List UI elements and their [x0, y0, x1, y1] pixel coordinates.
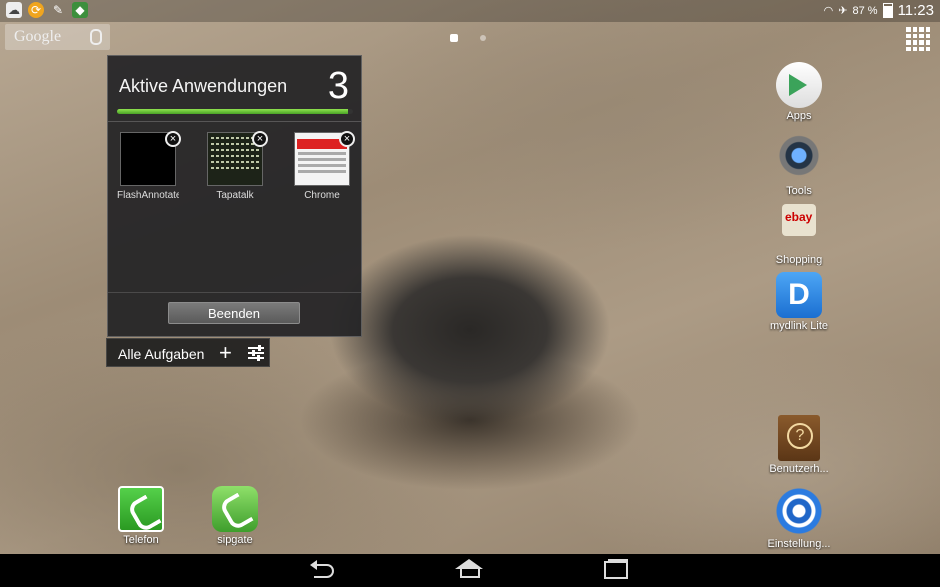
- shortcut-user-manual[interactable]: ? Benutzerh...: [762, 415, 836, 475]
- recent-apps-icon[interactable]: [598, 559, 634, 581]
- home-icon[interactable]: [451, 559, 487, 581]
- shortcut-label: Benutzerh...: [769, 463, 829, 475]
- close-icon[interactable]: ×: [165, 131, 181, 147]
- close-icon[interactable]: ×: [252, 131, 268, 147]
- play-store-icon: [776, 62, 822, 108]
- shortcut-label: mydlink Lite: [769, 320, 829, 332]
- shortcut-settings[interactable]: Einstellung...: [762, 486, 836, 550]
- sipgate-icon: [212, 486, 258, 532]
- ebay-icon: ebay: [782, 204, 816, 236]
- help-book-icon: ?: [778, 415, 820, 461]
- settings-sliders-icon[interactable]: [248, 345, 264, 361]
- shortcut-shopping[interactable]: ebay Shopping: [762, 204, 836, 266]
- app-drawer-icon[interactable]: [906, 27, 930, 51]
- shortcut-label: Shopping: [775, 254, 823, 266]
- shortcut-label: Einstellung...: [767, 538, 831, 550]
- page-dot-current: [450, 34, 458, 42]
- sync-icon: ⟳: [28, 2, 44, 18]
- app-badge-icon: ◆: [72, 2, 88, 18]
- app-thumbnail-flashannotate[interactable]: × FlashAnnotate: [117, 131, 181, 201]
- battery-icon: [882, 3, 893, 18]
- shortcut-mydlink[interactable]: D mydlink Lite: [762, 272, 836, 332]
- dlink-icon: D: [776, 272, 822, 318]
- divider: [108, 292, 361, 293]
- airplane-icon: ✈: [838, 5, 848, 17]
- app-thumbnail-chrome[interactable]: × Chrome: [291, 131, 355, 201]
- pen-icon: ✎: [52, 3, 64, 17]
- shortcut-tools[interactable]: Tools: [762, 133, 836, 197]
- app-screenshot: ×: [294, 131, 355, 186]
- widget-title: Aktive Anwendungen: [119, 76, 288, 96]
- shortcut-label: sipgate: [217, 534, 253, 546]
- camera-icon: [774, 133, 824, 183]
- shortcut-label: Telefon: [123, 534, 159, 546]
- microphone-icon[interactable]: [90, 29, 102, 45]
- app-label: Chrome: [304, 190, 340, 201]
- all-tasks-label: Alle Aufgaben: [118, 346, 205, 362]
- all-tasks-bar[interactable]: Alle Aufgaben +: [106, 338, 270, 367]
- page-dot: [480, 35, 486, 41]
- phone-icon: [118, 486, 164, 534]
- close-icon[interactable]: ×: [339, 131, 355, 147]
- dock-phone[interactable]: Telefon: [104, 486, 178, 546]
- app-label: FlashAnnotate: [117, 190, 179, 201]
- wifi-icon: ◠: [823, 5, 834, 17]
- status-bar[interactable]: ☁ ⟳ ✎ ◆ ◠ ✈ 87 % 11:23: [0, 0, 940, 22]
- active-apps-widget: Aktive Anwendungen 3 × FlashAnnotate × T…: [107, 55, 362, 337]
- active-app-count: 3: [327, 65, 349, 107]
- shortcut-label: Apps: [786, 110, 812, 122]
- settings-gear-icon: [774, 486, 824, 536]
- app-label: Tapatalk: [216, 190, 254, 201]
- app-screenshot: ×: [207, 131, 268, 186]
- memory-progress-bar: [117, 109, 353, 114]
- dock-sipgate[interactable]: sipgate: [198, 486, 272, 546]
- google-logo: Google: [14, 28, 62, 45]
- clock: 11:23: [897, 2, 934, 19]
- back-icon[interactable]: [306, 559, 342, 581]
- navigation-bar: [0, 554, 940, 587]
- google-search-widget[interactable]: Google: [5, 24, 110, 50]
- battery-percent: 87 %: [852, 4, 878, 17]
- page-indicator: [450, 34, 486, 42]
- add-icon[interactable]: +: [219, 340, 232, 366]
- divider: [108, 121, 361, 122]
- notification-icons: ☁ ⟳ ✎ ◆: [6, 2, 88, 18]
- app-thumbnail-tapatalk[interactable]: × Tapatalk: [204, 131, 268, 201]
- app-screenshot: ×: [120, 131, 181, 186]
- shortcut-label: Tools: [786, 185, 812, 197]
- end-all-button[interactable]: Beenden: [168, 302, 300, 324]
- shortcut-apps[interactable]: Apps: [762, 62, 836, 122]
- cloud-icon: ☁: [6, 2, 22, 18]
